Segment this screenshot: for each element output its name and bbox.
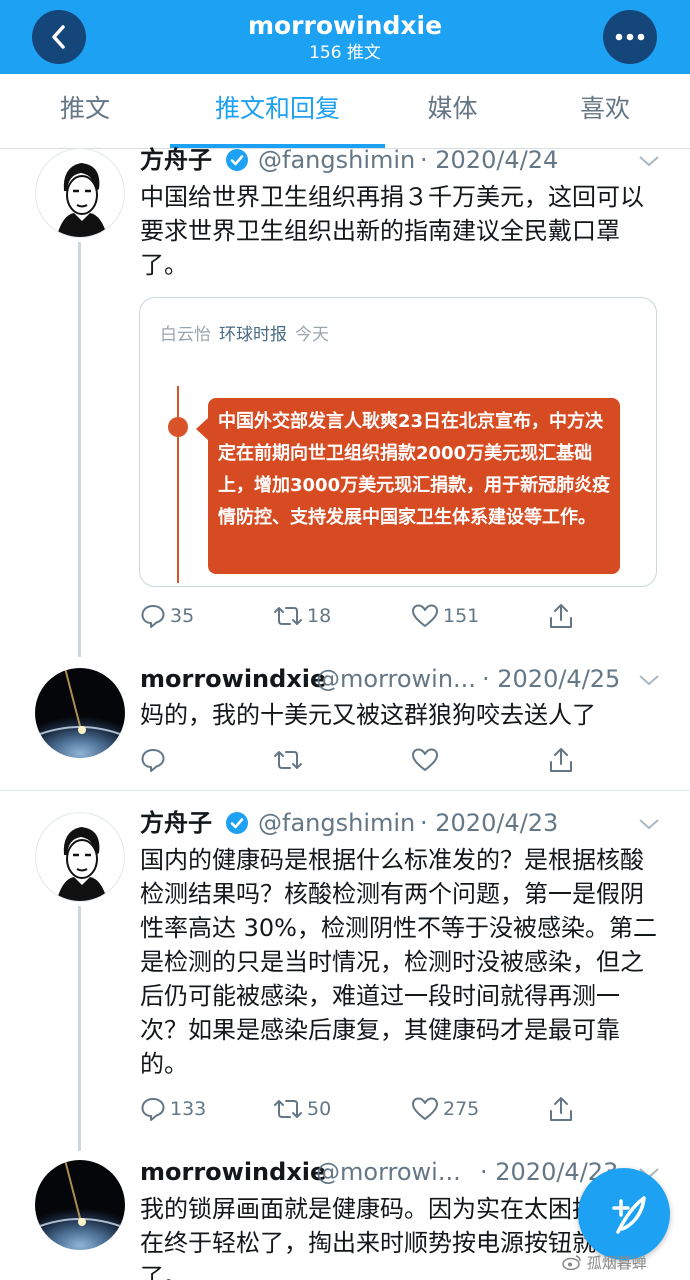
- author-handle[interactable]: @morrowin...: [316, 663, 476, 695]
- retweet-count: 50: [307, 1098, 332, 1120]
- like-button[interactable]: 151: [411, 603, 479, 629]
- verified-icon: [226, 149, 248, 171]
- heart-icon: [412, 604, 438, 627]
- timeline-dot: [168, 417, 188, 437]
- tab-likes[interactable]: 喜欢: [520, 74, 690, 148]
- retweet-button[interactable]: [273, 747, 307, 773]
- author-name[interactable]: morrowindxie: [140, 1156, 326, 1188]
- watermark-text: 孤烟暮蝉: [586, 1254, 647, 1272]
- more-icon: [615, 33, 645, 41]
- author-handle[interactable]: @fangshimin: [258, 807, 415, 839]
- quoted-article-card[interactable]: 白云怡 环球时报 今天 中国外交部发言人耿爽23日在北京宣布，中方决定在前期向世卫组…: [139, 297, 657, 587]
- reply-button[interactable]: 35: [140, 603, 194, 629]
- share-icon: [550, 604, 572, 628]
- weibo-logo-icon: [562, 1255, 581, 1271]
- weibo-watermark: 孤烟暮蝉: [562, 1252, 647, 1273]
- like-count: 275: [443, 1098, 480, 1120]
- card-author: 白云怡: [160, 325, 211, 345]
- avatar-portrait-image: [56, 827, 108, 901]
- reply-button[interactable]: 133: [140, 1096, 206, 1122]
- card-time: 今天: [295, 325, 329, 345]
- retweet-icon: [274, 751, 302, 769]
- tweet-count: 156 推文: [309, 43, 381, 63]
- reply-icon: [141, 749, 165, 772]
- avatar-portrait-image: [56, 163, 108, 237]
- compose-tweet-button[interactable]: [578, 1168, 670, 1260]
- tweet-date[interactable]: · 2020/4/23: [420, 807, 558, 839]
- verified-icon: [226, 812, 248, 834]
- reply-count: 35: [170, 605, 195, 627]
- tweet-text: 妈的，我的十美元又被这群狼狗咬去送人了: [140, 701, 596, 729]
- avatar[interactable]: [35, 668, 125, 758]
- card-highlight-box: 中国外交部发言人耿爽23日在北京宣布，中方决定在前期向世卫组织捐款2000万美元…: [196, 398, 620, 574]
- retweet-count: 18: [307, 605, 332, 627]
- chevron-down-icon[interactable]: [638, 817, 660, 831]
- tweet-date[interactable]: · 2020/4/24: [420, 144, 558, 176]
- retweet-button[interactable]: 50: [273, 1096, 331, 1122]
- author-handle[interactable]: @fangshimin: [258, 144, 415, 176]
- avatar[interactable]: [35, 148, 125, 238]
- author-name[interactable]: morrowindxie: [140, 663, 326, 695]
- retweet-icon: [274, 607, 302, 625]
- tweet-date[interactable]: · 2020/4/25: [482, 663, 620, 695]
- share-icon: [550, 748, 572, 772]
- reply-icon: [141, 1098, 165, 1121]
- retweet-icon: [274, 1100, 302, 1118]
- tweet-text: 中国给世界卫生组织再捐３千万美元，这回可以要求世界卫生组织出新的指南建议全民戴口…: [140, 183, 644, 279]
- profile-tabs: 推文 推文和回复 媒体 喜欢: [0, 74, 690, 149]
- reply-icon: [141, 605, 165, 628]
- card-source-line: 白云怡 环球时报 今天: [160, 320, 329, 345]
- reply-count: 133: [170, 1098, 207, 1120]
- share-button[interactable]: [548, 1095, 578, 1123]
- top-bar: morrowindxie 156 推文: [0, 0, 690, 74]
- card-text: 中国外交部发言人耿爽23日在北京宣布，中方决定在前期向世卫组织捐款2000万美元…: [218, 411, 611, 528]
- chevron-down-icon[interactable]: [638, 673, 660, 687]
- heart-icon: [412, 1097, 438, 1120]
- like-button[interactable]: 275: [411, 1096, 479, 1122]
- author-handle[interactable]: @morrowi...: [316, 1156, 461, 1188]
- like-count: 151: [443, 605, 480, 627]
- share-button[interactable]: [548, 602, 578, 630]
- compose-feather-icon: [612, 1196, 646, 1234]
- tab-tweets[interactable]: 推文: [0, 74, 170, 148]
- tab-tweets-and-replies[interactable]: 推文和回复: [170, 74, 385, 148]
- timeline-line: [177, 386, 179, 583]
- chevron-down-icon[interactable]: [638, 154, 660, 168]
- tweet-text: 国内的健康码是根据什么标准发的？是根据核酸检测结果吗？核酸检测有两个问题，第一是…: [140, 846, 657, 1078]
- avatar[interactable]: [35, 1160, 125, 1250]
- author-name[interactable]: 方舟子: [140, 807, 212, 839]
- thread-line: [78, 242, 81, 657]
- avatar[interactable]: [35, 812, 125, 902]
- avatar-earth-image: [35, 1160, 125, 1230]
- share-button[interactable]: [548, 746, 578, 774]
- card-source: 环球时报: [219, 325, 287, 345]
- tab-media[interactable]: 媒体: [385, 74, 520, 148]
- tweet-divider: [0, 790, 690, 791]
- retweet-button[interactable]: 18: [273, 603, 331, 629]
- like-button[interactable]: [411, 747, 443, 773]
- heart-icon: [412, 748, 438, 771]
- author-name[interactable]: 方舟子: [140, 144, 212, 176]
- profile-title: morrowindxie: [247, 11, 443, 40]
- thread-line: [78, 906, 81, 1151]
- avatar-earth-image: [35, 668, 125, 738]
- reply-button[interactable]: [140, 747, 170, 773]
- more-options-button[interactable]: [603, 10, 657, 64]
- share-icon: [550, 1097, 572, 1121]
